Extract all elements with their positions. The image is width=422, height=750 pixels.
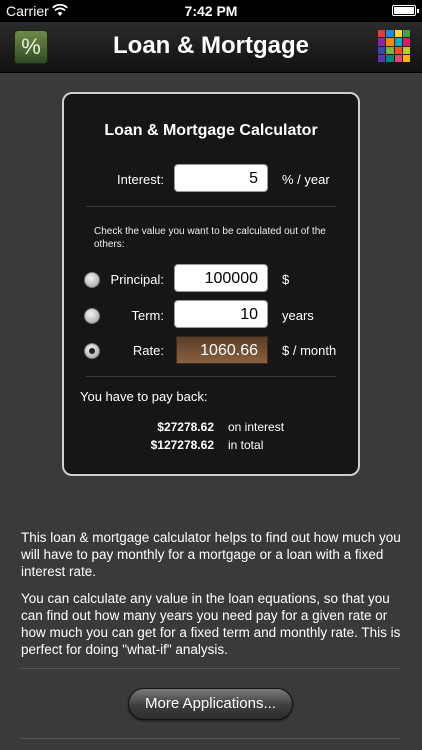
grid-tile bbox=[394, 38, 402, 46]
rate-result: 1060.66 bbox=[176, 336, 268, 364]
page-title: Loan & Mortgage bbox=[113, 32, 309, 59]
principal-label: Principal: bbox=[110, 272, 164, 287]
description-paragraph: You can calculate any value in the loan … bbox=[21, 591, 401, 657]
description-paragraph: This loan & mortgage calculator helps to… bbox=[21, 530, 401, 579]
grid-tile bbox=[386, 46, 394, 54]
term-radio[interactable] bbox=[84, 308, 100, 324]
grid-tile bbox=[402, 38, 410, 46]
principal-input[interactable]: 100000 bbox=[174, 264, 268, 292]
battery-icon bbox=[392, 5, 419, 16]
rate-radio[interactable] bbox=[84, 343, 100, 359]
principal-unit: $ bbox=[282, 272, 290, 287]
divider bbox=[21, 668, 400, 669]
grid-tile bbox=[402, 54, 410, 62]
grid-tile bbox=[378, 30, 386, 38]
grid-tile bbox=[402, 46, 410, 54]
grid-tile bbox=[394, 54, 402, 62]
grid-tile bbox=[394, 30, 402, 38]
term-unit: years bbox=[282, 308, 314, 323]
navigation-bar: % Loan & Mortgage bbox=[0, 22, 422, 73]
interest-unit: % / year bbox=[282, 172, 330, 187]
grid-tile bbox=[402, 30, 410, 38]
total-amount: $127278.62 bbox=[150, 438, 214, 452]
radio-selected-dot bbox=[89, 348, 95, 354]
calculator-heading: Loan & Mortgage Calculator bbox=[104, 122, 318, 139]
divider bbox=[86, 206, 336, 207]
interest-amount: $27278.62 bbox=[157, 420, 214, 434]
interest-amount-label: on interest bbox=[228, 420, 285, 434]
term-input[interactable]: 10 bbox=[174, 300, 268, 328]
grid-tile bbox=[386, 38, 394, 46]
total-amount-label: in total bbox=[228, 438, 264, 452]
interest-label: Interest: bbox=[117, 172, 164, 187]
grid-tile bbox=[378, 38, 386, 46]
grid-tile bbox=[386, 54, 394, 62]
principal-radio[interactable] bbox=[84, 272, 100, 288]
calculator-panel: Loan & Mortgage Calculator Interest: 5 %… bbox=[62, 92, 360, 476]
interest-input[interactable]: 5 bbox=[174, 164, 268, 192]
clock: 7:42 PM bbox=[184, 3, 238, 19]
more-apps-grid-icon[interactable] bbox=[378, 30, 410, 62]
grid-tile bbox=[378, 46, 386, 54]
divider bbox=[86, 376, 336, 377]
divider bbox=[21, 738, 400, 739]
grid-tile bbox=[394, 46, 402, 54]
grid-tile bbox=[378, 54, 386, 62]
more-applications-button[interactable]: More Applications... bbox=[128, 688, 293, 720]
calculation-hint: Check the value you want to be calculate… bbox=[94, 226, 326, 250]
status-bar: Carrier 7:42 PM bbox=[0, 0, 422, 22]
term-label: Term: bbox=[131, 308, 165, 323]
rate-unit: $ / month bbox=[282, 343, 337, 358]
payback-label: You have to pay back: bbox=[80, 389, 208, 404]
grid-tile bbox=[386, 30, 394, 38]
rate-label: Rate: bbox=[132, 343, 164, 358]
